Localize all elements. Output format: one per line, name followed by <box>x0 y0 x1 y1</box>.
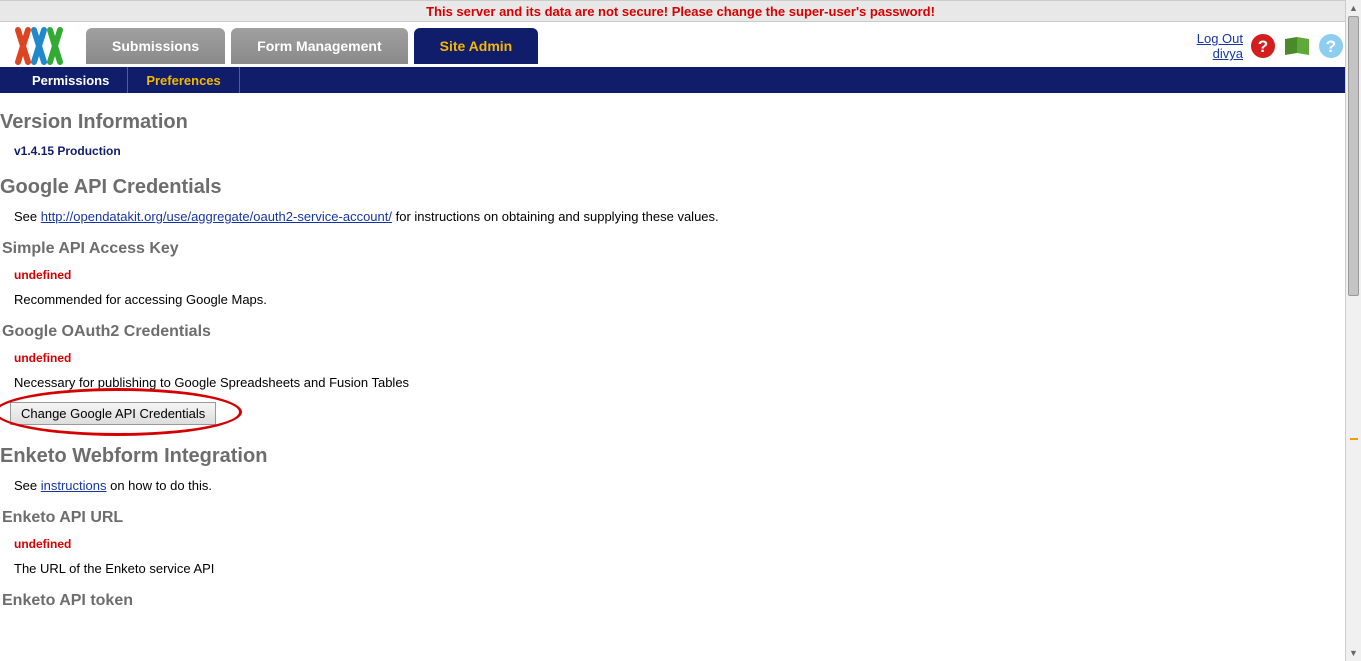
odk-logo <box>8 25 70 67</box>
enketo-url-heading: Enketo API URL <box>0 509 1361 527</box>
version-heading: Version Information <box>0 111 1361 134</box>
content: Version Information v1.4.15 Production G… <box>0 111 1361 640</box>
scroll-marker <box>1350 438 1358 440</box>
svg-text:?: ? <box>1258 37 1268 56</box>
enketo-url-desc: The URL of the Enketo service API <box>0 561 1361 576</box>
svg-text:?: ? <box>1326 37 1336 56</box>
simple-key-value: undefined <box>0 268 1361 282</box>
warning-text: This server and its data are not secure!… <box>426 4 935 19</box>
google-button-row: Change Google API Credentials <box>0 402 1361 425</box>
tab-submissions[interactable]: Submissions <box>86 28 225 64</box>
simple-key-heading: Simple API Access Key <box>0 240 1361 258</box>
vertical-scrollbar[interactable]: ▲ ▼ <box>1345 0 1361 661</box>
main-tabs: Submissions Form Management Site Admin <box>86 28 538 64</box>
username-link[interactable]: divya <box>1197 46 1243 61</box>
scroll-down-arrow[interactable]: ▼ <box>1346 645 1361 661</box>
google-heading: Google API Credentials <box>0 176 1361 199</box>
oauth-heading: Google OAuth2 Credentials <box>0 323 1361 341</box>
oauth-desc: Necessary for publishing to Google Sprea… <box>0 375 1361 390</box>
tab-site-admin[interactable]: Site Admin <box>414 28 539 64</box>
enketo-token-heading: Enketo API token <box>0 592 1361 610</box>
simple-key-desc: Recommended for accessing Google Maps. <box>0 292 1361 307</box>
version-value: v1.4.15 Production <box>0 144 1361 158</box>
enketo-heading: Enketo Webform Integration <box>0 445 1361 468</box>
sub-nav: Permissions Preferences <box>0 67 1361 93</box>
oauth-value: undefined <box>0 351 1361 365</box>
subtab-permissions[interactable]: Permissions <box>14 67 127 93</box>
subtab-preferences[interactable]: Preferences <box>127 67 239 93</box>
help-red-icon[interactable]: ? <box>1249 32 1277 60</box>
scroll-up-arrow[interactable]: ▲ <box>1346 0 1361 16</box>
warning-bar: This server and its data are not secure!… <box>0 0 1361 22</box>
header-right: Log Out divya ? ? <box>1197 31 1353 61</box>
enketo-instructions-link[interactable]: instructions <box>41 478 107 493</box>
change-google-credentials-button[interactable]: Change Google API Credentials <box>10 402 216 425</box>
oauth-doc-link[interactable]: http://opendatakit.org/use/aggregate/oau… <box>41 209 392 224</box>
tab-form-management[interactable]: Form Management <box>231 28 407 64</box>
help-blue-icon[interactable]: ? <box>1317 32 1345 60</box>
logout-link[interactable]: Log Out <box>1197 31 1243 46</box>
enketo-url-value: undefined <box>0 537 1361 551</box>
user-links: Log Out divya <box>1197 31 1243 61</box>
scroll-thumb[interactable] <box>1348 16 1359 296</box>
google-intro: See http://opendatakit.org/use/aggregate… <box>0 209 1361 224</box>
book-icon[interactable] <box>1283 32 1311 60</box>
enketo-intro: See instructions on how to do this. <box>0 478 1361 493</box>
header: Submissions Form Management Site Admin L… <box>0 22 1361 67</box>
